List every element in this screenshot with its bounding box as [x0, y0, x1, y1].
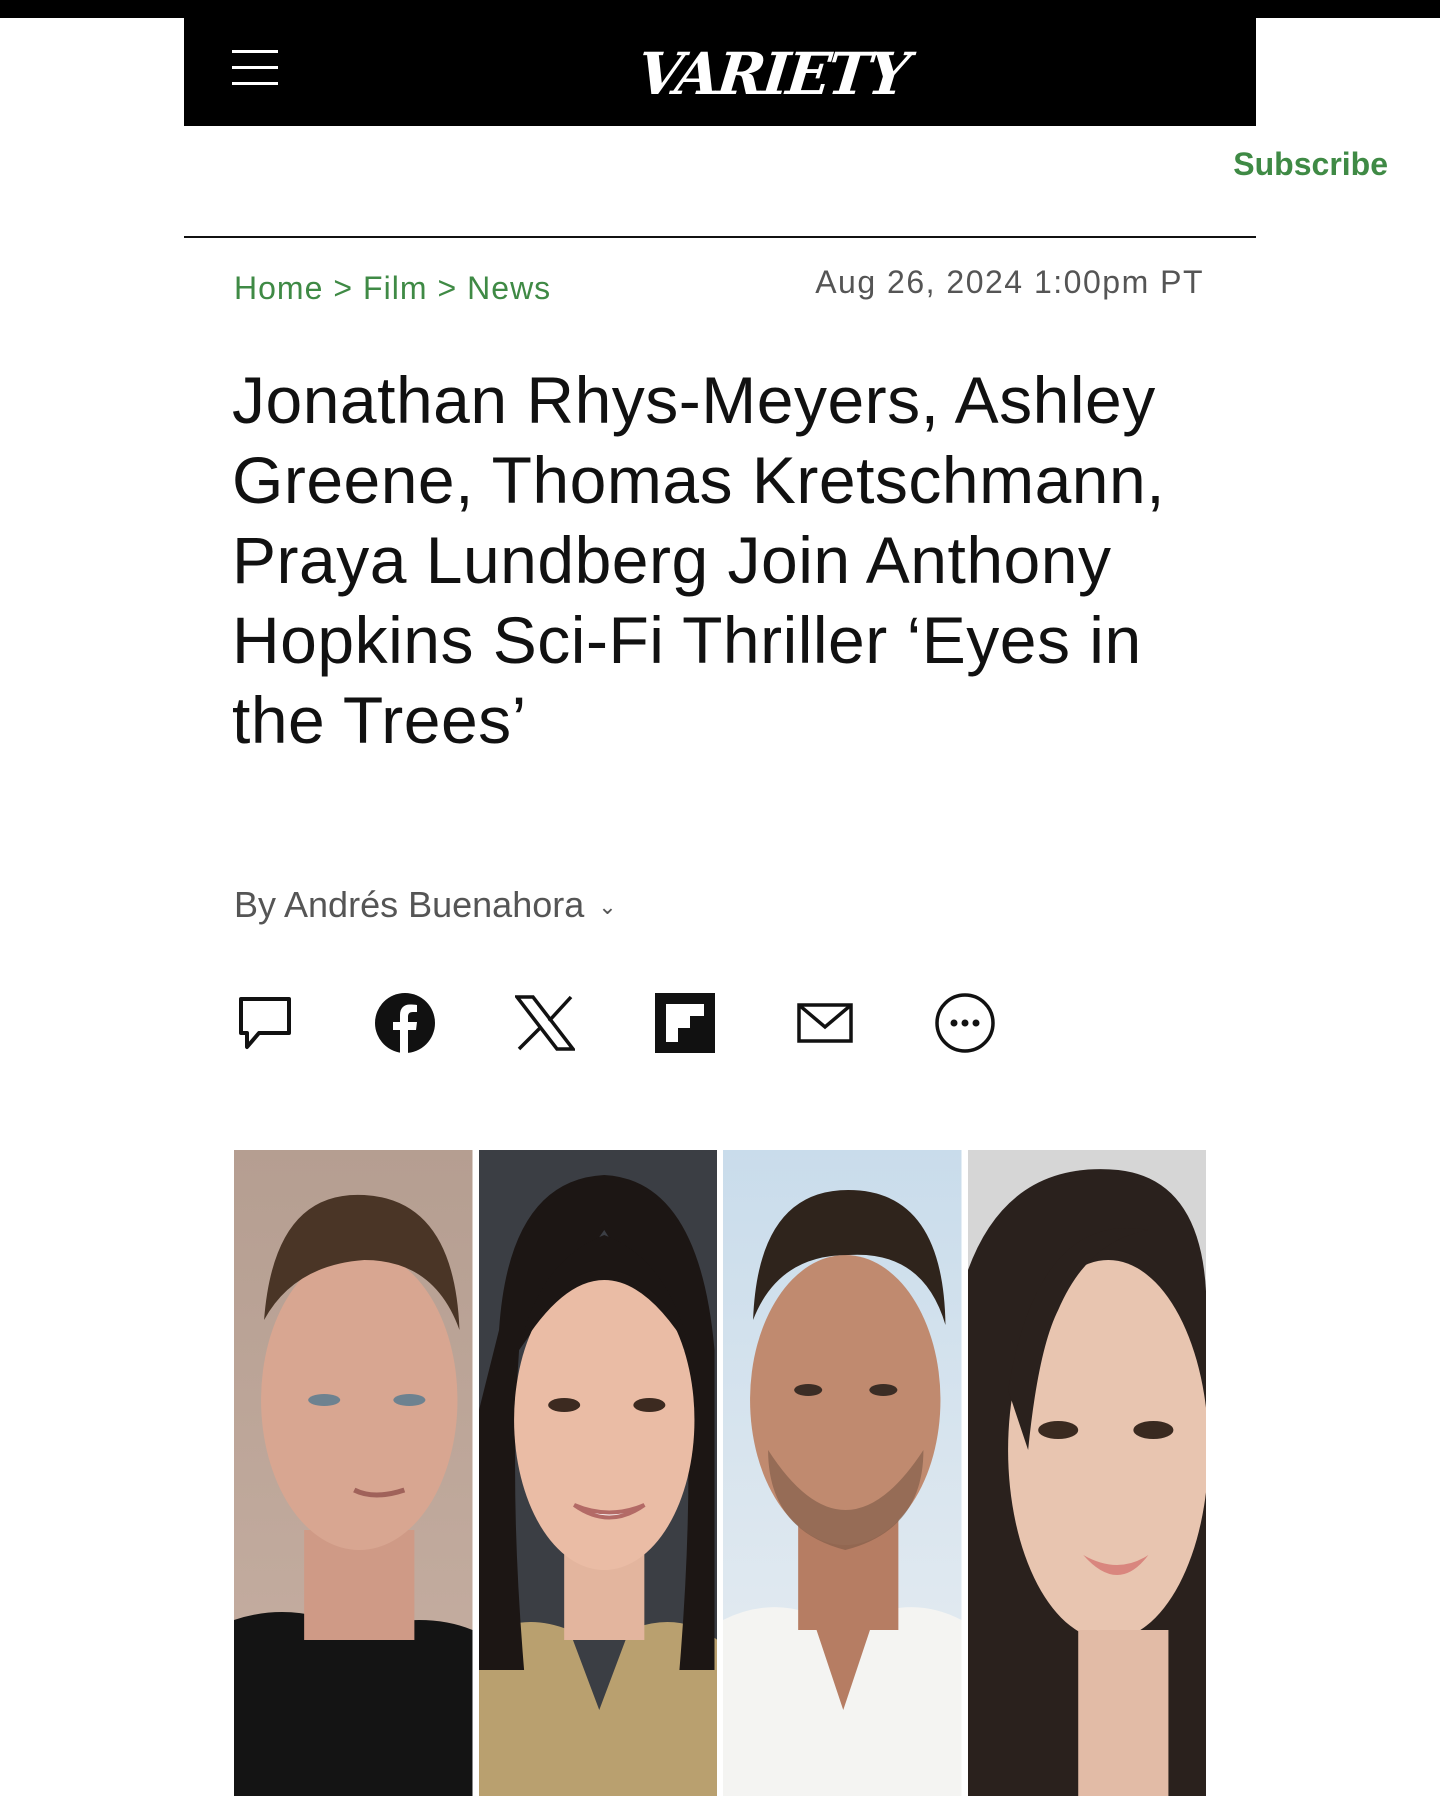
breadcrumb-news[interactable]: News [467, 270, 551, 307]
author-byline[interactable]: By Andrés Buenahora ⌄ [234, 884, 617, 926]
chevron-down-icon: ⌄ [598, 894, 617, 919]
article-headline: Jonathan Rhys-Meyers, Ashley Greene, Tho… [232, 363, 1166, 757]
comment-icon[interactable] [232, 990, 298, 1056]
share-bar [232, 990, 995, 1060]
email-icon[interactable] [792, 990, 858, 1056]
flipboard-icon[interactable] [652, 990, 718, 1056]
hero-photo-4 [967, 1150, 1206, 1796]
breadcrumb: Home > Film > News [234, 270, 551, 307]
x-twitter-icon[interactable] [512, 990, 578, 1056]
breadcrumb-film[interactable]: Film [363, 270, 427, 307]
more-options-icon[interactable] [932, 990, 998, 1056]
hero-photo-2 [478, 1150, 717, 1796]
author-name: By Andrés Buenahora [234, 884, 585, 925]
meta-row: Home > Film > News Aug 26, 2024 1:00pm P… [234, 264, 1204, 310]
breadcrumb-separator: > [333, 270, 354, 306]
hero-photo-3 [723, 1150, 962, 1796]
breadcrumb-separator: > [437, 270, 458, 306]
hero-image-collage [234, 1150, 1206, 1796]
publish-date: Aug 26, 2024 1:00pm PT [815, 264, 1204, 300]
subscribe-link[interactable]: Subscribe [1233, 146, 1388, 183]
content-column: Home > Film > News Aug 26, 2024 1:00pm P… [184, 0, 1256, 1800]
hero-photo-1 [234, 1150, 473, 1796]
breadcrumb-home[interactable]: Home [234, 270, 323, 307]
facebook-icon[interactable] [372, 990, 438, 1056]
